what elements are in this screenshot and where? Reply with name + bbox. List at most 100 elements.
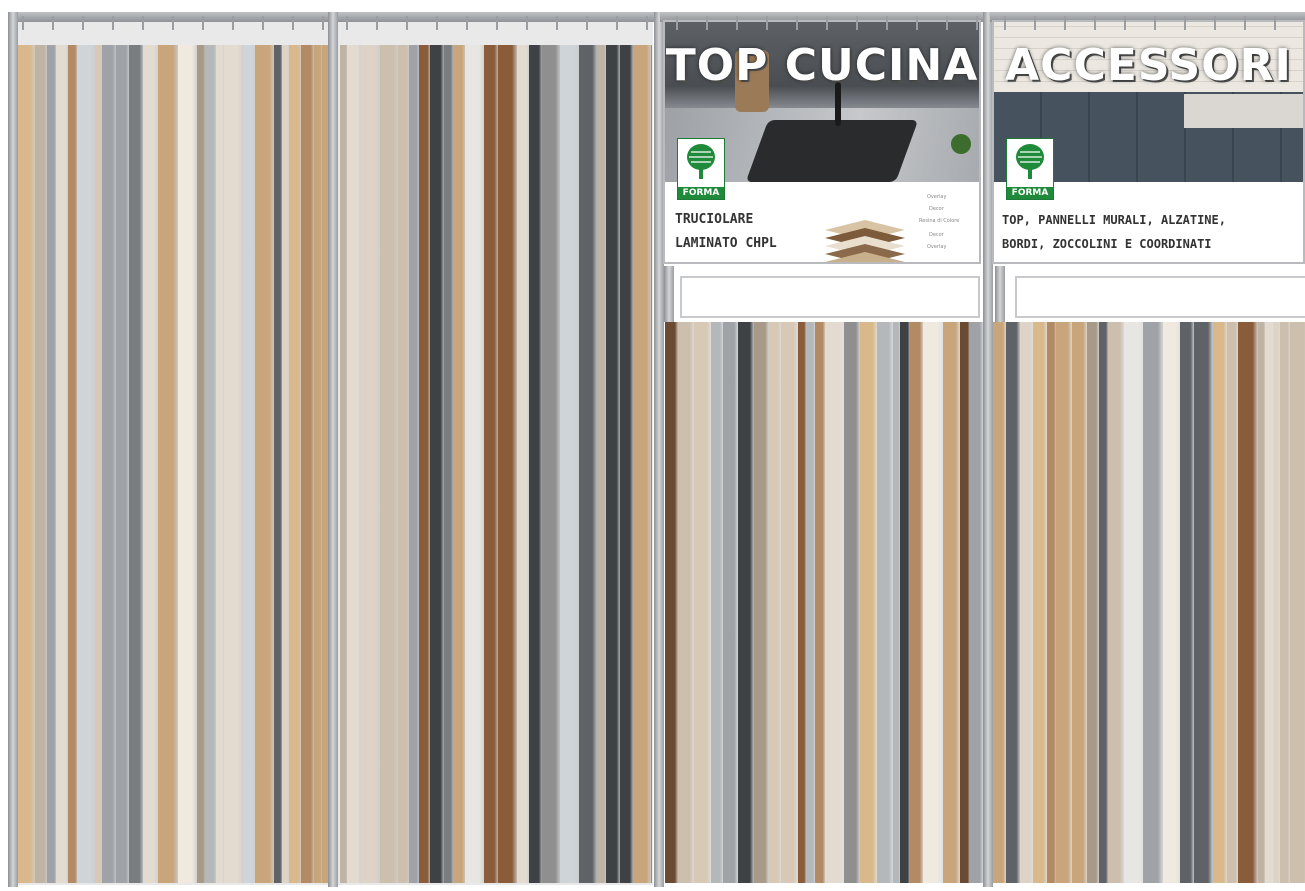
laminate-layers-diagram — [821, 212, 911, 262]
rail-hook — [1214, 16, 1216, 30]
bay-3-panels — [665, 322, 983, 883]
rail-hook — [232, 16, 234, 30]
laminate-sample-strip — [1180, 322, 1195, 883]
laminate-sample-strip — [923, 322, 944, 883]
rail-hook — [736, 16, 738, 30]
rail-hook — [22, 16, 24, 30]
rail-hook — [112, 16, 114, 30]
laminate-sample-strip — [1033, 322, 1048, 883]
bay-1-top-rail — [10, 12, 330, 22]
sign-title: ACCESSORI — [1005, 40, 1292, 91]
rail-hook — [406, 16, 408, 30]
rail-hook — [82, 16, 84, 30]
laminate-sample-strip — [361, 45, 381, 883]
laminate-sample-strip — [993, 322, 1007, 883]
rail-hook — [262, 16, 264, 30]
tree-icon — [1016, 144, 1044, 179]
bay-3-inner-post — [664, 266, 674, 322]
laminate-sample-strip — [380, 45, 399, 883]
sign-line-1: TRUCIOLARE — [675, 212, 754, 227]
laminate-sample-strip — [529, 45, 543, 883]
laminate-sample-strip — [255, 45, 275, 883]
laminate-sample-strip — [498, 45, 518, 883]
laminate-sample-strip — [1290, 322, 1305, 883]
rail-hook — [52, 16, 54, 30]
laminate-sample-strip — [665, 322, 679, 883]
rail-hook — [886, 16, 888, 30]
bay-4-inner-post — [995, 266, 1005, 322]
laminate-sample-strip — [1006, 322, 1021, 883]
laminate-sample-strip — [943, 322, 961, 883]
laminate-sample-strip — [116, 45, 130, 883]
rail-hook — [976, 16, 978, 30]
bay-2-panels — [340, 45, 652, 883]
logo-text: FORMA — [678, 187, 724, 199]
rail-hook — [796, 16, 798, 30]
rail-hook — [916, 16, 918, 30]
laminate-sample-strip — [77, 45, 96, 883]
forma-logo: FORMA — [677, 138, 725, 200]
rail-hook — [826, 16, 828, 30]
tree-icon — [687, 144, 715, 179]
rail-hook — [676, 16, 678, 30]
rail-hook — [292, 16, 294, 30]
rail-hook — [466, 16, 468, 30]
laminate-sample-strip — [129, 45, 144, 883]
bay-2-top-rail — [330, 12, 660, 22]
laminate-sample-strip — [178, 45, 198, 883]
layer-label-1: Overlay — [927, 194, 947, 200]
laminate-sample-strip — [754, 322, 770, 883]
rail-hook — [202, 16, 204, 30]
laminate-sample-strip — [1194, 322, 1214, 883]
bay-2-left-post — [328, 12, 338, 887]
rail-hook — [946, 16, 948, 30]
laminate-sample-strip — [347, 45, 362, 883]
rail-hook — [1184, 16, 1186, 30]
rail-hook — [142, 16, 144, 30]
laminate-sample-strip — [465, 45, 485, 883]
laminate-sample-strip — [910, 322, 924, 883]
laminate-sample-strip — [606, 45, 621, 883]
rail-hook — [1004, 16, 1006, 30]
laminate-sample-strip — [844, 322, 861, 883]
laminate-sample-strip — [723, 322, 739, 883]
laminate-sample-strip — [579, 45, 598, 883]
laminate-sample-strip — [1072, 322, 1088, 883]
laminate-sample-strip — [301, 45, 315, 883]
laminate-sample-strip — [651, 45, 652, 883]
rail-hook — [1124, 16, 1126, 30]
laminate-sample-strip — [970, 322, 983, 883]
rail-hook — [1244, 16, 1246, 30]
rail-hook — [526, 16, 528, 30]
rail-hook — [1064, 16, 1066, 30]
layer-label-2: Decor — [929, 206, 944, 212]
rail-hook — [586, 16, 588, 30]
rail-hook — [376, 16, 378, 30]
laminate-sample-strip — [1124, 322, 1144, 883]
sign-top-cucina: TOP CUCINA FORMA TRUCIOLARE LAMINATO CHP… — [663, 20, 981, 264]
rail-hook — [1034, 16, 1036, 30]
sign-line-2: BORDI, ZOCCOLINI E COORDINATI — [1002, 237, 1212, 251]
laminate-sample-strip — [18, 45, 36, 883]
laminate-sample-strip — [877, 322, 894, 883]
bay-4-header-plate — [1015, 276, 1305, 318]
rail-hook — [556, 16, 558, 30]
laminate-sample-strip — [1056, 322, 1073, 883]
laminate-sample-strip — [1163, 322, 1181, 883]
plant — [951, 134, 971, 154]
forma-logo: FORMA — [1006, 138, 1054, 200]
laminate-sample-strip — [560, 45, 580, 883]
laminate-sample-strip — [1238, 322, 1259, 883]
rail-hook — [1094, 16, 1096, 30]
laminate-sample-strip — [143, 45, 159, 883]
rail-hook — [1154, 16, 1156, 30]
bay-4-panels — [993, 322, 1305, 883]
laminate-sample-strip — [694, 322, 712, 883]
laminate-sample-strip — [1108, 322, 1125, 883]
rail-hook — [766, 16, 768, 30]
laminate-sample-strip — [1143, 322, 1164, 883]
countertop — [1184, 94, 1303, 128]
laminate-sample-strip — [678, 322, 695, 883]
laminate-sample-strip — [633, 45, 652, 883]
rail-hook — [322, 16, 324, 30]
